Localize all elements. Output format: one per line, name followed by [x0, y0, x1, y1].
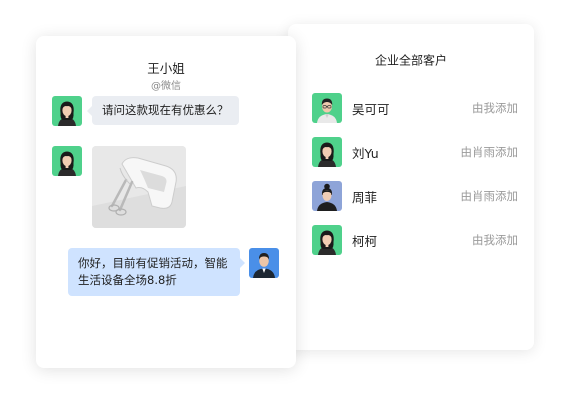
chat-contact-name: 王小姐: [147, 61, 185, 76]
message-text: 你好，目前有促销活动，智能生活设备全场8.8折: [78, 256, 228, 287]
chat-window: 王小姐 @微信 请问这款现在有优惠么？ 你好，目前有促销活动，智能生活设备全场8…: [36, 36, 296, 368]
hand-mixer-photo-icon[interactable]: [92, 146, 186, 228]
avatar-man-glasses-icon: [312, 93, 342, 123]
customer-name: 吴可可: [352, 101, 390, 117]
customer-added-by: 由我添加: [472, 101, 518, 115]
message-bubble-incoming: 请问这款现在有优惠么？: [87, 96, 239, 125]
staff-avatar-icon[interactable]: [249, 248, 279, 278]
customer-name: 刘Yu: [352, 145, 379, 161]
customer-added-by: 由我添加: [472, 233, 518, 247]
avatar-woman-icon: [312, 225, 342, 255]
customer-row[interactable]: 柯柯 由我添加: [312, 225, 518, 255]
screenshot-stage: 企业全部客户 吴可可 由我添加 刘Yu 由肖雨添加 周菲 由肖雨添加 柯柯 由我…: [0, 0, 570, 400]
customer-added-by: 由肖雨添加: [460, 189, 519, 203]
customer-row[interactable]: 吴可可 由我添加: [312, 93, 518, 123]
customer-row[interactable]: 刘Yu 由肖雨添加: [312, 137, 518, 167]
avatar-woman-bun-icon: [312, 181, 342, 211]
customer-avatar-icon[interactable]: [52, 96, 82, 126]
customer-name: 柯柯: [352, 233, 378, 249]
customer-name: 周菲: [352, 189, 378, 205]
customer-list-title: 企业全部客户: [374, 53, 447, 68]
customer-added-by: 由肖雨添加: [460, 145, 519, 159]
customer-avatar-icon[interactable]: [52, 146, 82, 176]
customer-list-panel: 企业全部客户 吴可可 由我添加 刘Yu 由肖雨添加 周菲 由肖雨添加 柯柯 由我…: [288, 24, 534, 350]
message-text: 请问这款现在有优惠么？: [102, 103, 229, 117]
chat-contact-source: @微信: [151, 81, 181, 92]
avatar-woman-icon: [312, 137, 342, 167]
message-bubble-outgoing: 你好，目前有促销活动，智能生活设备全场8.8折: [68, 248, 245, 296]
customer-row[interactable]: 周菲 由肖雨添加: [312, 181, 518, 211]
